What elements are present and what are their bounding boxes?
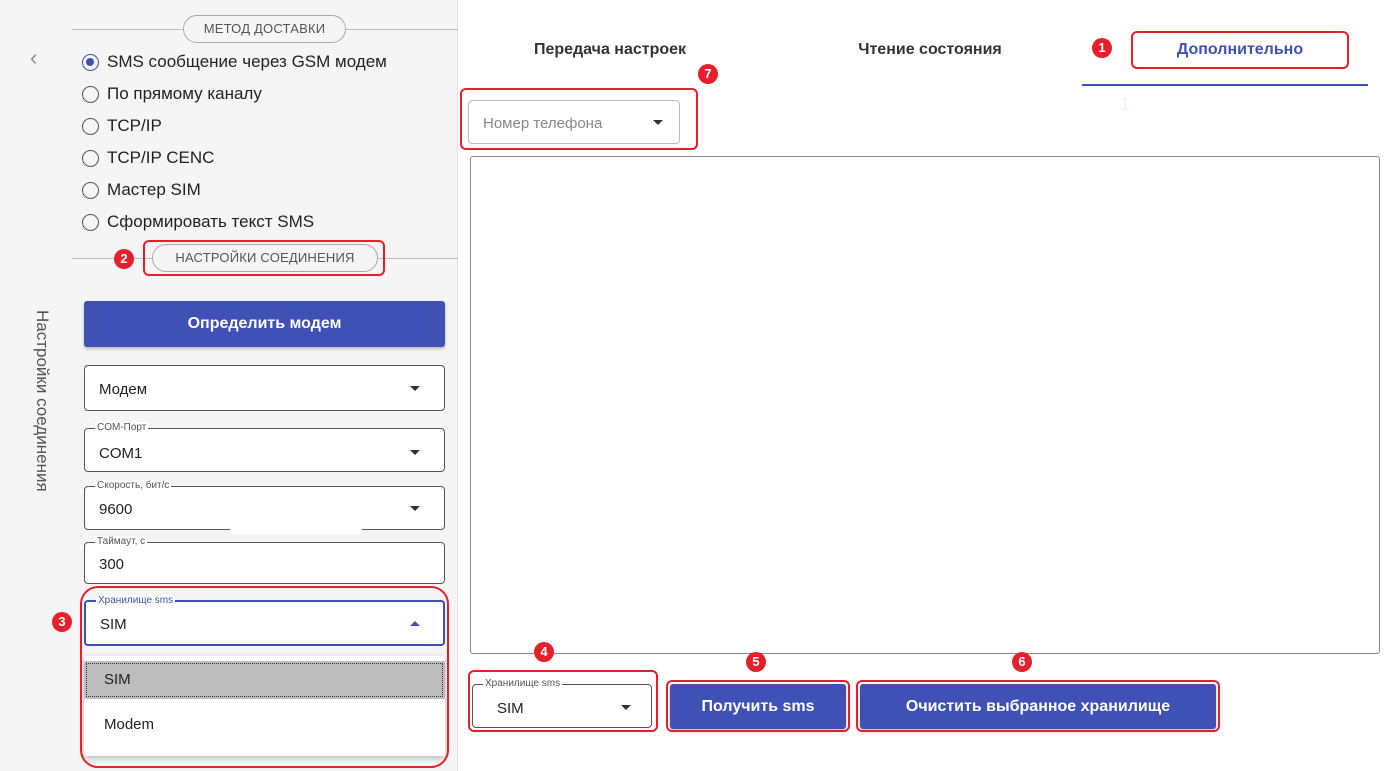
radio-icon[interactable] [82,85,99,103]
delivery-option-label: По прямому каналу [107,84,262,103]
baud-rate-label: Скорость, бит/с [95,480,172,492]
chevron-down-icon [410,450,420,455]
annotation-badge-5: 5 [746,652,766,672]
delivery-option-label: TCP/IP [107,116,162,135]
collapse-panel-icon[interactable]: ‹ [30,46,50,70]
annotation-badge-2: 2 [114,249,134,269]
tab-settings-transfer[interactable]: Передача настроек [490,32,730,68]
timeout-label: Таймаут, с [95,536,148,548]
annotation-box-7 [460,88,698,150]
faint-marker: 1 [1120,94,1131,114]
annotation-box-3 [80,586,449,768]
vertical-panel-title: Настройки соединения [33,310,52,492]
com-port-label: COM-Порт [95,422,149,434]
radio-icon[interactable] [82,181,99,199]
annotation-badge-3: 3 [52,612,72,632]
delivery-option-label: SMS сообщение через GSM модем [107,52,387,71]
delivery-option-tcpip-cenc[interactable]: TCP/IP CENC [82,144,214,172]
com-port-select[interactable]: COM-Порт COM1 [84,422,445,472]
baud-rate-value: 9600 [99,501,133,518]
delivery-method-header: МЕТОД ДОСТАВКИ [183,15,346,43]
delivery-option-label: TCP/IP CENC [107,148,215,167]
radio-icon[interactable] [82,117,99,135]
delivery-option-gsm[interactable]: SMS сообщение через GSM модем [82,48,387,76]
annotation-badge-1: 1 [1092,38,1112,58]
delivery-option-label: Сформировать текст SMS [107,212,315,231]
detect-modem-button[interactable]: Определить модем [84,301,445,347]
delivery-option-form-sms[interactable]: Сформировать текст SMS [82,208,314,236]
delivery-option-tcpip[interactable]: TCP/IP [82,112,162,140]
com-port-value: COM1 [99,445,143,462]
device-select[interactable]: Модем [84,365,445,411]
annotation-box-2 [143,240,385,276]
delivery-option-master-sim[interactable]: Мастер SIM [82,176,201,204]
timeout-input[interactable]: Таймаут, с 300 [84,536,445,584]
annotation-badge-7: 7 [698,64,718,84]
annotation-box-5 [666,680,850,732]
timeout-value: 300 [99,556,125,573]
redacted-area [230,500,362,534]
annotation-box-1 [1131,31,1349,69]
radio-icon[interactable] [82,149,99,167]
tab-status-reading[interactable]: Чтение состояния [810,32,1050,68]
device-select-value: Модем [99,381,148,398]
radio-checked-icon[interactable] [82,53,99,71]
sms-output-textarea[interactable] [470,156,1380,654]
annotation-box-6 [856,680,1220,732]
chevron-down-icon [410,506,420,511]
annotation-badge-6: 6 [1012,652,1032,672]
active-tab-indicator [1082,84,1368,86]
delivery-option-label: Мастер SIM [107,180,201,199]
annotation-box-4 [468,670,658,732]
annotation-badge-4: 4 [534,642,554,662]
radio-icon[interactable] [82,213,99,231]
delivery-option-direct[interactable]: По прямому каналу [82,80,262,108]
chevron-down-icon [410,386,420,391]
